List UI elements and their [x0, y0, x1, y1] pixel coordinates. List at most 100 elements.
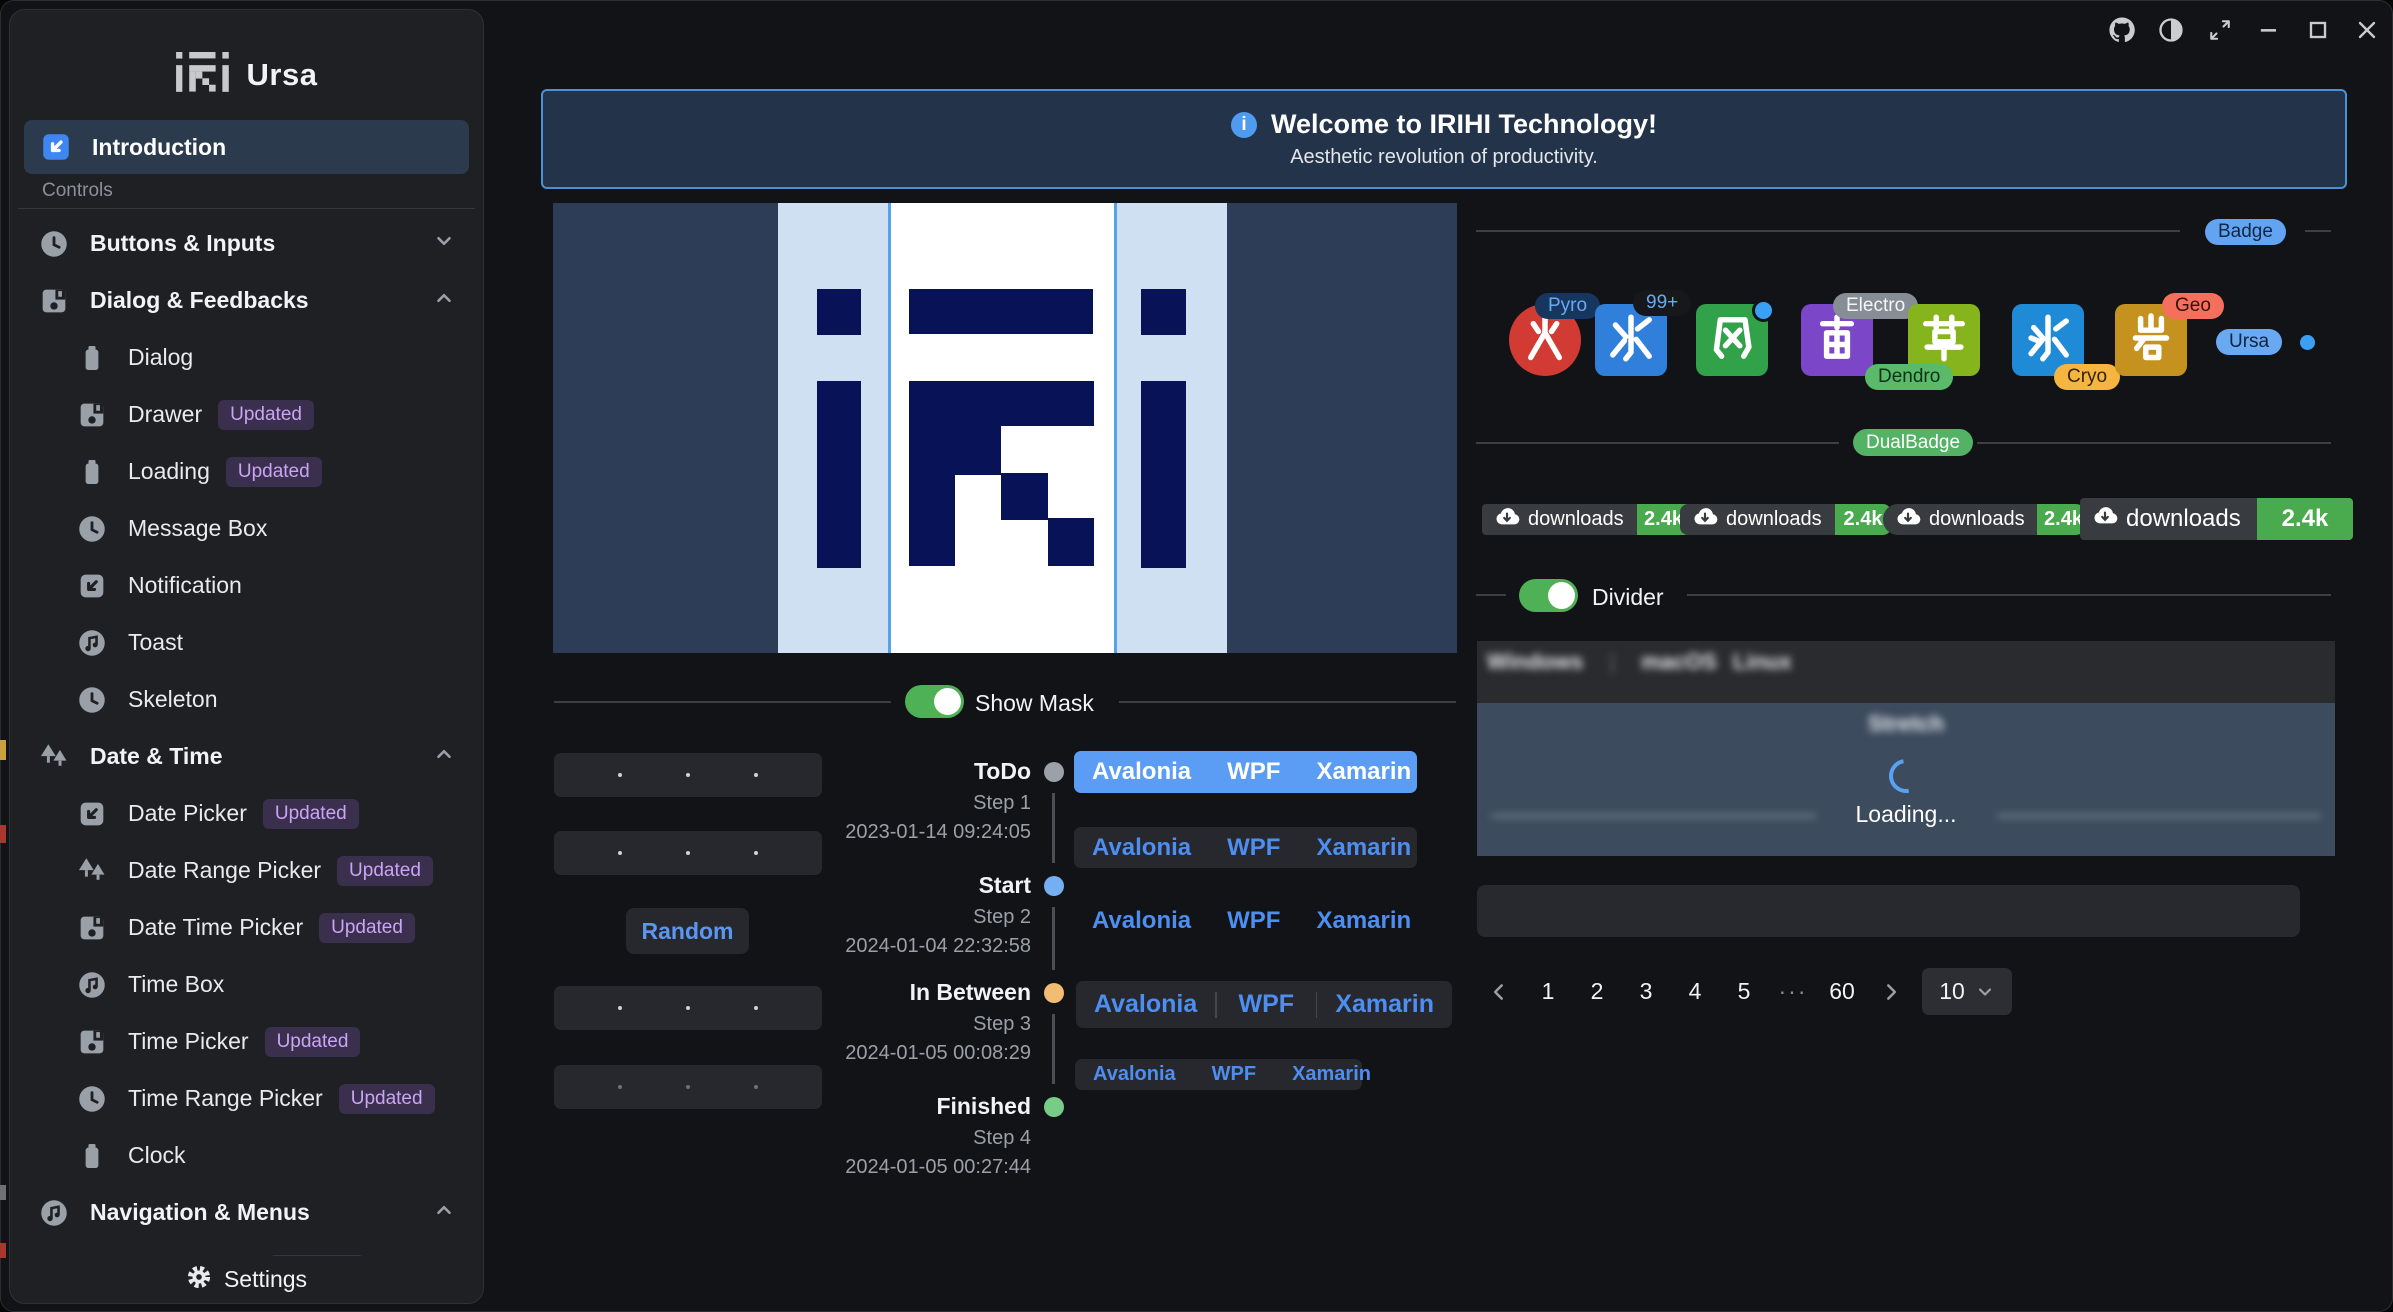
pagination-page-60[interactable]: 60: [1824, 968, 1860, 1015]
divider-label: Divider: [1592, 584, 1664, 611]
note-icon: [36, 1195, 72, 1231]
sidebar-item-buttons-inputs[interactable]: Buttons & Inputs: [10, 215, 483, 272]
cloud-download-icon: [2092, 503, 2118, 536]
downloads-dual-badge-2[interactable]: downloads 2.4k: [1680, 504, 1891, 535]
theme-button[interactable]: [2154, 13, 2188, 47]
trees-icon: [74, 853, 110, 889]
updated-badge: Updated: [337, 856, 433, 886]
sidebar-item-date-time-picker[interactable]: Date Time PickerUpdated: [10, 899, 483, 956]
pagination-page-5[interactable]: 5: [1726, 968, 1762, 1015]
step-connector: [1052, 1014, 1055, 1084]
pagination-next-button[interactable]: [1873, 968, 1909, 1015]
sidebar-item-dialog-feedbacks[interactable]: Dialog & Feedbacks: [10, 272, 483, 329]
github-button[interactable]: [2105, 13, 2139, 47]
sidebar-item-date-time[interactable]: Date & Time: [10, 728, 483, 785]
gear-icon: [186, 1264, 212, 1295]
dot-badge: [1752, 299, 1775, 322]
xamarin-button[interactable]: Xamarin: [1298, 907, 1429, 935]
divider-toggle[interactable]: [1519, 579, 1578, 612]
wpf-button[interactable]: WPF: [1209, 907, 1298, 935]
avalonia-button[interactable]: Avalonia: [1075, 1063, 1194, 1086]
clock-icon: [74, 682, 110, 718]
badge-ursa: Ursa: [2216, 329, 2282, 355]
battery-icon: [74, 1138, 110, 1174]
sidebar-item-loading[interactable]: LoadingUpdated: [10, 443, 483, 500]
app-window: Ursa IntroductionControlsButtons & Input…: [0, 0, 2393, 1312]
badge-electro: Electro: [1833, 293, 1918, 319]
step-title: In Between: [701, 977, 1031, 1007]
downloads-label: downloads: [1726, 508, 1822, 531]
wind-glyph-icon: [1706, 312, 1758, 369]
pagination-prev-button[interactable]: [1481, 968, 1517, 1015]
sidebar-item-time-box[interactable]: Time Box: [10, 956, 483, 1013]
wpf-button[interactable]: WPF: [1194, 1063, 1274, 1086]
fullscreen-button[interactable]: [2203, 13, 2237, 47]
tab-windows[interactable]: Windows: [1487, 649, 1583, 675]
sidebar-item-clock[interactable]: Clock: [10, 1127, 483, 1184]
banner-subtitle: Aesthetic revolution of productivity.: [1290, 146, 1598, 169]
loading-content: Stretch Loading...: [1477, 703, 2335, 856]
xamarin-button[interactable]: Xamarin: [1298, 758, 1429, 786]
wpf-button[interactable]: WPF: [1209, 834, 1298, 862]
sidebar-item-notification[interactable]: Notification: [10, 557, 483, 614]
step-connector: [1052, 907, 1055, 970]
avalonia-button[interactable]: Avalonia: [1074, 834, 1209, 862]
framework-button-group-2: AvaloniaWPFXamarin: [1074, 827, 1417, 868]
sidebar-item-toast[interactable]: Toast: [10, 614, 483, 671]
pagination-page-3[interactable]: 3: [1628, 968, 1664, 1015]
sidebar-item-time-range-picker[interactable]: Time Range PickerUpdated: [10, 1070, 483, 1127]
loading-label: Loading...: [1855, 801, 1956, 828]
pagination: 12345 ··· 60 10: [1481, 968, 2012, 1015]
floppy-icon: [74, 910, 110, 946]
sidebar-item-date-range-picker[interactable]: Date Range PickerUpdated: [10, 842, 483, 899]
show-mask-toggle[interactable]: [905, 685, 964, 718]
xamarin-button[interactable]: Xamarin: [1298, 834, 1429, 862]
avalonia-button[interactable]: Avalonia: [1074, 758, 1209, 786]
downloads-dual-badge-4[interactable]: downloads 2.4k: [2080, 498, 2353, 540]
sidebar-item-time-picker[interactable]: Time PickerUpdated: [10, 1013, 483, 1070]
avalonia-button[interactable]: Avalonia: [1076, 990, 1215, 1019]
badge-section-pill: Badge: [2205, 219, 2286, 245]
sidebar-item-skeleton[interactable]: Skeleton: [10, 671, 483, 728]
wpf-button[interactable]: WPF: [1217, 990, 1316, 1019]
stretch-label: Stretch: [1477, 711, 2335, 737]
step-connector: [1052, 793, 1055, 863]
thunder-glyph-icon: [1811, 312, 1863, 369]
step-dot: [1044, 762, 1064, 782]
rock-glyph-icon: [2125, 312, 2177, 369]
sidebar-item-introduction[interactable]: Introduction: [24, 120, 469, 174]
pagination-ellipsis[interactable]: ···: [1775, 968, 1811, 1015]
wpf-button[interactable]: WPF: [1209, 758, 1298, 786]
framework-button-group-1: AvaloniaWPFXamarin: [1074, 751, 1417, 793]
floppy-icon: [74, 1024, 110, 1060]
close-button[interactable]: [2350, 13, 2384, 47]
sidebar-item-navigation-menus[interactable]: Navigation & Menus: [10, 1184, 483, 1241]
xamarin-button[interactable]: Xamarin: [1317, 990, 1452, 1019]
sidebar-item-date-picker[interactable]: Date PickerUpdated: [10, 785, 483, 842]
updated-badge: Updated: [265, 1027, 361, 1057]
maximize-button[interactable]: [2301, 13, 2335, 47]
tab-linux[interactable]: Linux: [1733, 649, 1792, 675]
downloads-dual-badge-3[interactable]: downloads 2.4k: [1883, 504, 2090, 535]
mask-divider-line: [1114, 203, 1117, 653]
page-size-select[interactable]: 10: [1922, 968, 2012, 1015]
minimize-button[interactable]: [2252, 13, 2286, 47]
xamarin-button[interactable]: Xamarin: [1274, 1063, 1389, 1086]
text-input[interactable]: [1477, 885, 2300, 937]
loading-demo-panel: Windows|macOSLinux Stretch Loading...: [1477, 641, 2335, 856]
sidebar-item-dialog[interactable]: Dialog: [10, 329, 483, 386]
pagination-page-2[interactable]: 2: [1579, 968, 1615, 1015]
framework-button-group-3: AvaloniaWPFXamarin: [1074, 900, 1417, 941]
pagination-page-1[interactable]: 1: [1530, 968, 1566, 1015]
sidebar-item-drawer[interactable]: DrawerUpdated: [10, 386, 483, 443]
app-logo-text: Ursa: [247, 57, 318, 93]
tab-macos[interactable]: macOS: [1641, 649, 1717, 675]
desktop-sliver: [0, 740, 6, 760]
sidebar-item-message-box[interactable]: Message Box: [10, 500, 483, 557]
downloads-dual-badge-1[interactable]: downloads 2.4k: [1482, 504, 1690, 535]
pagination-page-4[interactable]: 4: [1677, 968, 1713, 1015]
updated-badge: Updated: [263, 799, 359, 829]
avalonia-button[interactable]: Avalonia: [1074, 907, 1209, 935]
updated-badge: Updated: [226, 457, 322, 487]
settings-button[interactable]: Settings: [11, 1256, 482, 1302]
